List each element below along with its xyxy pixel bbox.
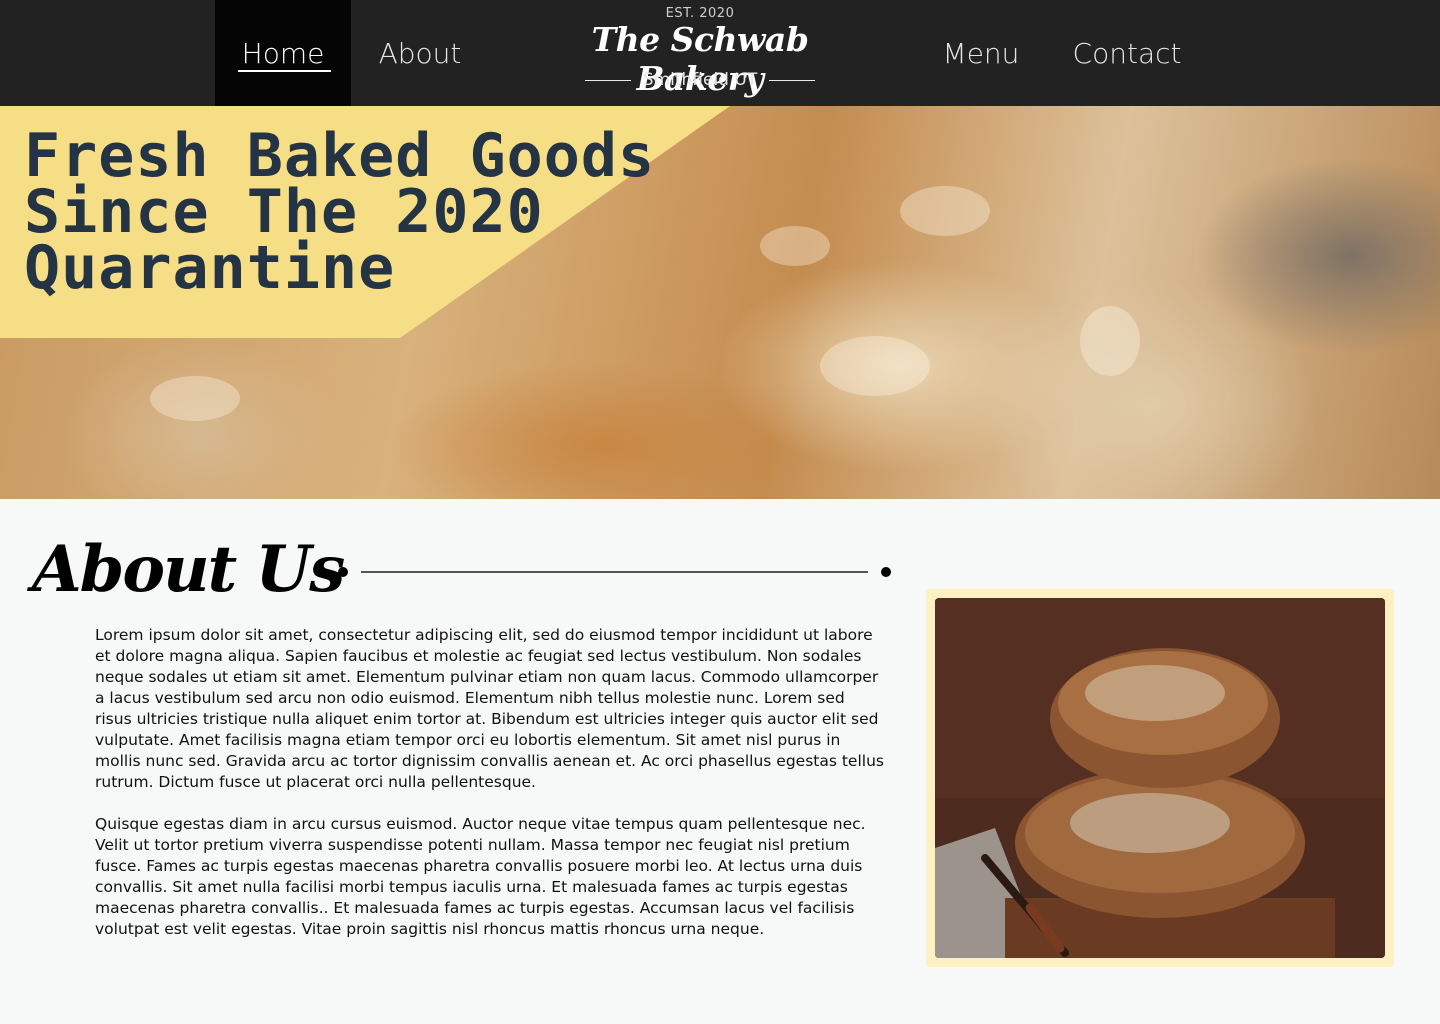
- top-nav: Home About EST. 2020 The Schwab Bakery S…: [0, 0, 1440, 106]
- heading-rule-dot: [338, 567, 348, 577]
- about-text: Lorem ipsum dolor sit amet, consectetur …: [95, 625, 885, 961]
- bread-photo-frame: [926, 589, 1394, 967]
- heading-rule: [361, 571, 868, 573]
- bread-texture: [150, 376, 240, 421]
- nav-item-contact[interactable]: Contact: [1062, 0, 1192, 106]
- nav-item-label: About: [378, 36, 462, 70]
- hero-title-line: Fresh Baked Goods: [24, 121, 656, 191]
- active-underline: [238, 70, 331, 72]
- about-paragraph: Lorem ipsum dolor sit amet, consectetur …: [95, 626, 884, 791]
- bread-texture: [760, 226, 830, 266]
- hero-banner-image: Fresh Baked Goods Since The 2020 Quarant…: [0, 106, 1440, 499]
- nav-item-menu[interactable]: Menu: [930, 0, 1032, 106]
- about-heading: About Us: [32, 532, 345, 607]
- nav-item-label: Menu: [942, 36, 1020, 70]
- hero-title-line: Quarantine: [24, 233, 396, 303]
- nav-item-label: Home: [241, 36, 325, 70]
- nav-item-home[interactable]: Home: [215, 0, 351, 106]
- bread-loaves-photo: [935, 598, 1385, 958]
- brand-logo[interactable]: EST. 2020 The Schwab Bakery Smithfield U…: [540, 0, 860, 106]
- brand-est: EST. 2020: [665, 6, 735, 21]
- bread-texture: [900, 186, 990, 236]
- nav-item-about[interactable]: About: [365, 0, 475, 106]
- about-paragraph: Quisque egestas diam in arcu cursus euis…: [95, 815, 866, 938]
- bread-loaves-image: [935, 598, 1385, 958]
- hero-title-line: Since The 2020: [24, 177, 544, 247]
- bread-texture: [1080, 306, 1140, 376]
- heading-rule-dot: [881, 567, 891, 577]
- hero-title: Fresh Baked Goods Since The 2020 Quarant…: [24, 121, 656, 303]
- bread-texture: [820, 336, 930, 396]
- nav-item-label: Contact: [1072, 36, 1182, 70]
- brand-divider: [769, 80, 815, 81]
